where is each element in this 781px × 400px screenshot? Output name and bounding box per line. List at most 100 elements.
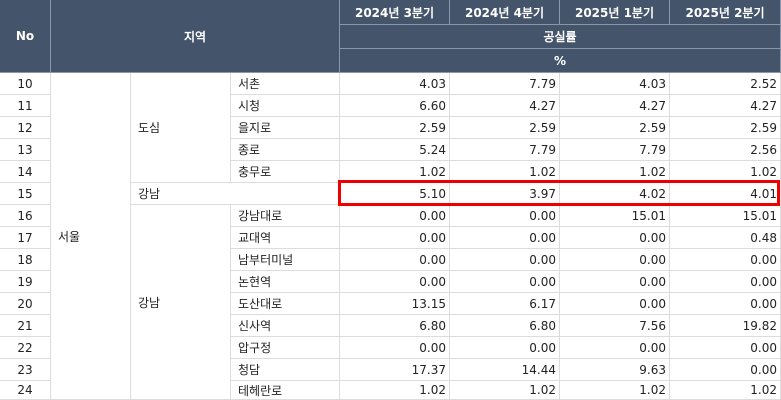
row-area: 시청 [231,95,340,117]
row-value: 2.52 [670,73,781,95]
row-value: 1.02 [450,381,560,400]
row-value: 0.48 [670,227,781,249]
row-value: 1.02 [340,381,450,400]
row-no: 19 [0,271,51,293]
row-value: 13.15 [340,293,450,315]
row-value: 0.00 [450,249,560,271]
row-no: 20 [0,293,51,315]
row-value: 0.00 [670,271,781,293]
row-area: 신사역 [231,315,340,337]
row-value: 4.01 [670,183,781,205]
row-area: 교대역 [231,227,340,249]
row-area: 도산대로 [231,293,340,315]
row-no: 10 [0,73,51,95]
row-area: 충무로 [231,161,340,183]
row-no: 23 [0,359,51,381]
row-value: 5.24 [340,139,450,161]
row-value: 15.01 [670,205,781,227]
header-period-3[interactable]: 2025년 1분기 [560,0,670,25]
row-value: 0.00 [340,205,450,227]
row-value: 15.01 [560,205,670,227]
row-no: 14 [0,161,51,183]
row-value: 0.00 [340,337,450,359]
row-value: 6.80 [340,315,450,337]
row-area: 남부터미널 [231,249,340,271]
row-value: 4.27 [450,95,560,117]
row-no: 11 [0,95,51,117]
row-value: 2.59 [670,117,781,139]
row-value: 7.56 [560,315,670,337]
row-value: 0.00 [450,271,560,293]
row-value: 1.02 [340,161,450,183]
header-region[interactable]: 지역 [51,0,340,73]
row-value: 1.02 [670,381,781,400]
row-value: 2.59 [340,117,450,139]
row-no: 16 [0,205,51,227]
row-value: 4.02 [560,183,670,205]
row-no: 22 [0,337,51,359]
row-value: 0.00 [450,337,560,359]
row-area: 을지로 [231,117,340,139]
row-value: 1.02 [560,161,670,183]
row-no: 12 [0,117,51,139]
row-no: 21 [0,315,51,337]
row-value: 0.00 [670,359,781,381]
row-area: 압구정 [231,337,340,359]
row-value: 0.00 [560,337,670,359]
row-no: 13 [0,139,51,161]
row-value: 0.00 [340,227,450,249]
row-area: 종로 [231,139,340,161]
row-no: 18 [0,249,51,271]
row-value: 0.00 [340,271,450,293]
row-value: 7.79 [560,139,670,161]
row-value: 7.79 [450,139,560,161]
row-value: 0.00 [340,249,450,271]
header-period-1[interactable]: 2024년 3분기 [340,0,450,25]
row-value: 19.82 [670,315,781,337]
row-area: 논현역 [231,271,340,293]
group-gangnam-total: 강남 [131,183,340,205]
row-value: 7.79 [450,73,560,95]
row-value: 2.59 [450,117,560,139]
header-period-4[interactable]: 2025년 2분기 [670,0,781,25]
row-value: 1.02 [450,161,560,183]
row-value: 0.00 [560,227,670,249]
row-area: 서촌 [231,73,340,95]
row-no: 24 [0,381,51,400]
row-value: 0.00 [560,271,670,293]
row-value: 6.80 [450,315,560,337]
row-value: 0.00 [450,205,560,227]
row-value: 2.56 [670,139,781,161]
row-value: 6.17 [450,293,560,315]
group-gangnam: 강남 [131,205,231,400]
row-value: 0.00 [670,249,781,271]
row-value: 0.00 [670,337,781,359]
row-value: 0.00 [560,249,670,271]
row-value: 0.00 [450,227,560,249]
row-value: 0.00 [560,293,670,315]
row-value: 14.44 [450,359,560,381]
row-value: 1.02 [560,381,670,400]
row-value: 0.00 [670,293,781,315]
row-value: 4.03 [560,73,670,95]
row-area: 청담 [231,359,340,381]
row-value: 4.27 [670,95,781,117]
row-value: 1.02 [670,161,781,183]
row-no: 15 [0,183,51,205]
header-metric: 공실률 [340,25,781,49]
header-no[interactable]: No [0,0,51,73]
row-area: 테헤란로 [231,381,340,400]
group-dosim: 도심 [131,73,231,183]
row-value: 5.10 [340,183,450,205]
row-no: 17 [0,227,51,249]
row-area: 강남대로 [231,205,340,227]
group-city: 서울 [51,73,131,400]
row-value: 9.63 [560,359,670,381]
header-unit: % [340,49,781,73]
row-value: 17.37 [340,359,450,381]
header-period-2[interactable]: 2024년 4분기 [450,0,560,25]
row-value: 4.03 [340,73,450,95]
row-value: 2.59 [560,117,670,139]
row-value: 4.27 [560,95,670,117]
row-value: 3.97 [450,183,560,205]
